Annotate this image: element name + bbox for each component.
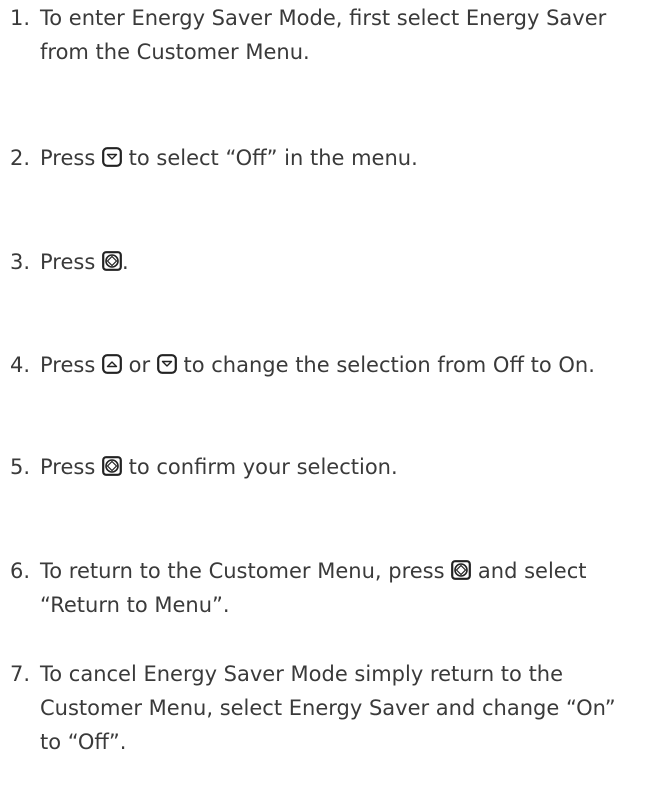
step-4: 4. Press or to change the selection from …	[10, 348, 655, 382]
select-button-icon	[451, 560, 472, 580]
step-text: To return to the Customer Menu, press	[40, 559, 452, 583]
step-text: and select	[471, 559, 587, 583]
step-text: To cancel Energy Saver Mode simply retur…	[40, 662, 564, 686]
select-button-icon	[102, 456, 122, 476]
step-text: Press	[40, 353, 102, 377]
step-number: 7.	[10, 662, 31, 686]
step-text: .	[121, 250, 129, 274]
step-2: 2. Press to select “Off” in the menu.	[10, 141, 655, 175]
step-text: to confirm your selection.	[121, 455, 398, 479]
step-5: 5. Press to confirm your selection.	[10, 450, 655, 484]
step-number: 2.	[10, 146, 31, 170]
step-number: 6.	[10, 559, 31, 583]
step-text: to “Off”.	[40, 730, 127, 754]
step-text: Press	[40, 455, 102, 479]
step-text: to select “Off” in the menu.	[121, 146, 418, 170]
step-text: or	[121, 353, 157, 377]
step-number: 4.	[10, 353, 31, 377]
arrow-down-button-icon	[156, 354, 177, 374]
step-text: To enter Energy Saver Mode, first select…	[40, 6, 607, 30]
arrow-down-button-icon	[102, 147, 122, 167]
step-text: Press	[40, 146, 102, 170]
step-number: 5.	[10, 455, 31, 479]
select-button-icon	[102, 251, 122, 271]
step-number: 3.	[10, 250, 31, 274]
step-6: 6. To return to the Customer Menu, press …	[10, 554, 655, 622]
step-text: “Return to Menu”.	[40, 593, 230, 617]
step-number: 1.	[10, 6, 31, 30]
step-text: Press	[40, 250, 102, 274]
step-text: Customer Menu, select Energy Saver and c…	[40, 696, 616, 720]
step-1: 1. To enter Energy Saver Mode, first sele…	[10, 1, 655, 69]
step-text: to change the selection from Off to On.	[176, 353, 595, 377]
step-7: 7. To cancel Energy Saver Mode simply ret…	[10, 657, 655, 759]
arrow-up-button-icon	[102, 354, 122, 374]
step-text: from the Customer Menu.	[40, 40, 310, 64]
step-3: 3. Press .	[10, 245, 655, 279]
